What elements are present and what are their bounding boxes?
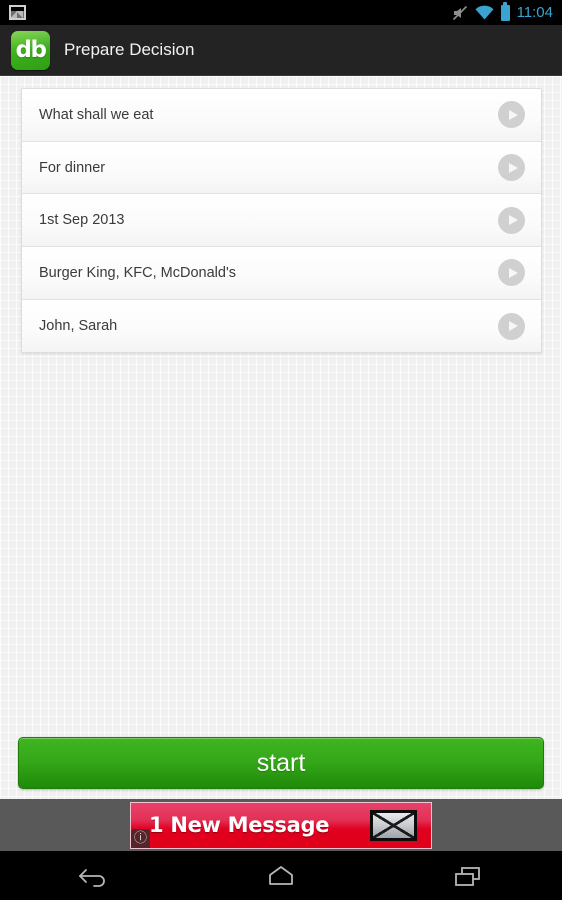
screenshot-notification-icon bbox=[9, 5, 26, 20]
ad-banner[interactable]: 1 New Message ⓘ bbox=[130, 801, 432, 849]
ad-info-icon[interactable]: ⓘ bbox=[131, 828, 150, 848]
navigation-bar bbox=[0, 851, 562, 900]
battery-icon bbox=[500, 1, 510, 21]
list-item-label: For dinner bbox=[39, 159, 106, 176]
status-bar-clock: 11:04 bbox=[516, 4, 553, 21]
mute-icon bbox=[452, 5, 468, 21]
start-button[interactable]: start bbox=[18, 737, 544, 789]
action-bar: db Prepare Decision bbox=[0, 25, 562, 76]
list-item[interactable]: 1st Sep 2013 bbox=[22, 194, 541, 248]
list-item[interactable]: What shall we eat bbox=[22, 89, 541, 142]
list-item[interactable]: Burger King, KFC, McDonald's bbox=[22, 247, 541, 300]
list-item[interactable]: For dinner bbox=[22, 141, 541, 195]
play-circle-icon[interactable] bbox=[498, 101, 525, 129]
content-area: What shall we eat For dinner 1st Sep 201… bbox=[0, 76, 562, 799]
ad-strip: 1 New Message ⓘ bbox=[0, 799, 562, 851]
android-screen: 11:04 db Prepare Decision What shall we … bbox=[0, 0, 562, 900]
list-item[interactable]: John, Sarah bbox=[22, 299, 541, 353]
play-circle-icon[interactable] bbox=[498, 312, 525, 340]
status-bar-system-icons: 11:04 bbox=[452, 1, 562, 21]
recents-icon[interactable] bbox=[428, 851, 508, 900]
play-circle-icon[interactable] bbox=[498, 259, 525, 287]
list-item-label: 1st Sep 2013 bbox=[39, 212, 125, 229]
list-item-label: What shall we eat bbox=[39, 106, 154, 123]
decision-fields-list: What shall we eat For dinner 1st Sep 201… bbox=[21, 88, 542, 354]
back-icon[interactable] bbox=[54, 851, 134, 900]
page-title: Prepare Decision bbox=[64, 40, 195, 59]
envelope-icon bbox=[370, 809, 417, 841]
status-bar-notifications bbox=[0, 5, 26, 20]
wifi-icon bbox=[475, 5, 494, 20]
list-item-label: Burger King, KFC, McDonald's bbox=[39, 264, 236, 281]
app-logo-label: db bbox=[15, 37, 47, 63]
list-item-label: John, Sarah bbox=[39, 318, 118, 335]
ad-banner-text: 1 New Message bbox=[149, 813, 330, 837]
play-circle-icon[interactable] bbox=[498, 206, 525, 234]
app-logo-icon[interactable]: db bbox=[11, 30, 50, 70]
home-icon[interactable] bbox=[241, 851, 321, 900]
status-bar: 11:04 bbox=[0, 0, 562, 25]
play-circle-icon[interactable] bbox=[498, 154, 525, 182]
start-button-label: start bbox=[256, 748, 306, 777]
